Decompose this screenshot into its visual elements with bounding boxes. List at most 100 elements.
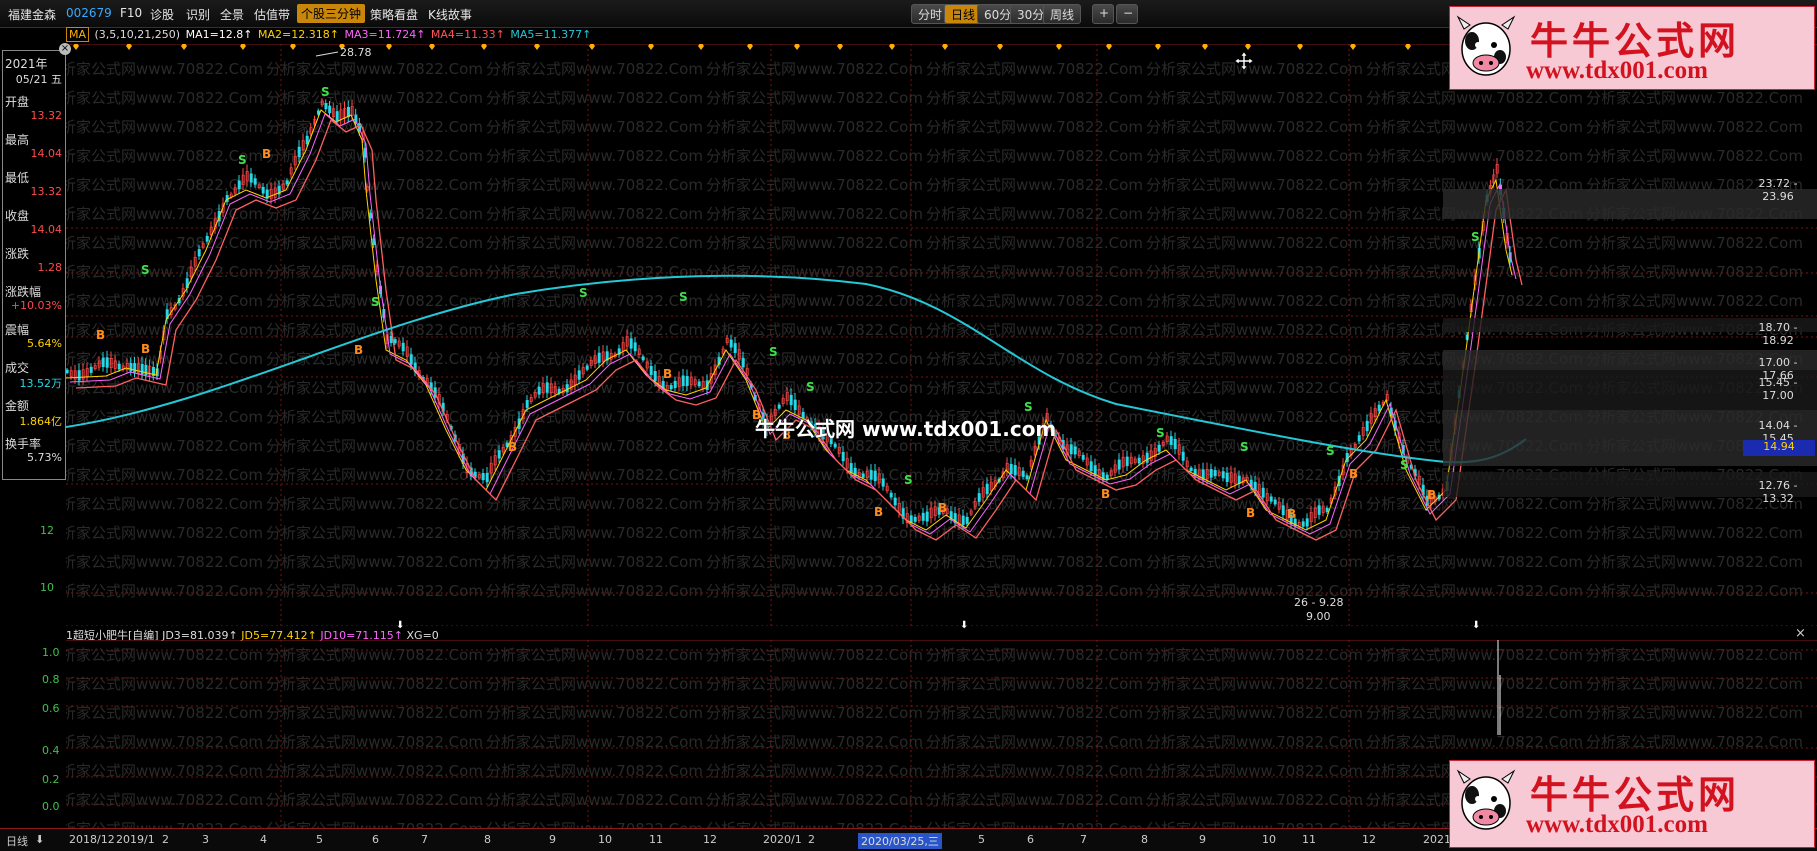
info-low-value: 13.32 xyxy=(30,185,63,198)
watermark-text: 分析家公式网www.70822.Com xyxy=(266,495,483,513)
menu-identify[interactable]: 识别 xyxy=(186,6,210,23)
watermark-text: 分析家公式网www.70822.Com xyxy=(706,524,923,542)
buy-signal: B xyxy=(1427,488,1436,502)
candle-body xyxy=(697,381,701,387)
watermark-text: 分析家公式网www.70822.Com xyxy=(66,205,263,223)
watermark-text: 分析家公式网www.70822.Com xyxy=(66,495,263,513)
watermark-text: 分析家公式网www.70822.Com xyxy=(1586,524,1803,542)
watermark-text: 分析家公式网www.70822.Com xyxy=(66,524,263,542)
time-label: 7 xyxy=(421,833,428,846)
menu-diagnose[interactable]: 诊股 xyxy=(150,6,174,23)
watermark-text: 分析家公式网www.70822.Com xyxy=(486,147,703,165)
watermark-text: 分析家公式网www.70822.Com xyxy=(1146,733,1363,751)
zoom-out-button[interactable]: − xyxy=(1116,4,1138,24)
kline-chart[interactable]: 分析家公式网www.70822.Com 分析家公式网www.70822.Com 分析… xyxy=(66,44,1817,626)
ad-banner-bottom[interactable]: 牛牛公式网 www.tdx001.com xyxy=(1449,760,1815,848)
watermark-text: 分析家公式网www.70822.Com xyxy=(486,675,703,693)
info-low-label: 最低 xyxy=(5,171,30,185)
watermark-text: 分析家公式网www.70822.Com xyxy=(1146,791,1363,809)
event-marker xyxy=(1245,44,1251,50)
event-marker xyxy=(1405,44,1411,50)
watermark-text: 分析家公式网www.70822.Com xyxy=(1146,466,1363,484)
watermark-text: 分析家公式网www.70822.Com xyxy=(706,791,923,809)
event-marker xyxy=(747,44,753,50)
watermark-text: 分析家公式网www.70822.Com xyxy=(266,118,483,136)
sub-axis-1: 1.0 xyxy=(42,646,60,659)
candle-body xyxy=(977,493,981,502)
close-icon[interactable]: × xyxy=(59,43,71,55)
ma-indicator-bar: MA (3,5,10,21,250) MA1=12.8↑ MA2=12.318↑… xyxy=(66,27,593,44)
menu-panorama[interactable]: 全景 xyxy=(220,6,244,23)
stock-code[interactable]: 002679 xyxy=(66,6,112,20)
watermark-text: 分析家公式网www.70822.Com xyxy=(926,292,1143,310)
time-label: 2019/1 xyxy=(116,833,155,846)
ad-banner-top[interactable]: 牛牛公式网 www.tdx001.com xyxy=(1449,6,1815,90)
time-label: 11 xyxy=(1302,833,1316,846)
watermark-text: 分析家公式网www.70822.Com xyxy=(1366,704,1583,722)
buy-signal: B xyxy=(663,367,672,381)
watermark-text: 分析家公式网www.70822.Com xyxy=(1366,118,1583,136)
candle-body xyxy=(133,363,137,373)
menu-strategy[interactable]: 策略看盘 xyxy=(370,6,418,23)
candle-body xyxy=(140,363,144,375)
watermark-text: 分析家公式网www.70822.Com xyxy=(66,791,263,809)
candle-body xyxy=(1125,456,1129,467)
menu-valuation-band[interactable]: 估值带 xyxy=(254,6,290,23)
watermark-text: 分析家公式网www.70822.Com xyxy=(66,408,263,426)
watermark-text: 分析家公式网www.70822.Com xyxy=(706,675,923,693)
watermark-text: 分析家公式网www.70822.Com xyxy=(486,60,703,78)
event-marker xyxy=(1106,44,1112,50)
info-amp-label: 震幅 xyxy=(5,323,30,337)
candle-body xyxy=(673,380,677,389)
ad-url: www.tdx001.com xyxy=(1526,811,1708,838)
watermark-text: 分析家公式网www.70822.Com xyxy=(1366,292,1583,310)
watermark-text: 分析家公式网www.70822.Com xyxy=(926,263,1143,281)
watermark-text: 分析家公式网www.70822.Com xyxy=(1586,147,1803,165)
ma-selector[interactable]: MA xyxy=(66,27,90,42)
candle-body xyxy=(1365,420,1369,432)
watermark-text: 分析家公式网www.70822.Com xyxy=(1366,733,1583,751)
menu-f10[interactable]: F10 xyxy=(120,6,142,20)
quote-info-panel[interactable]: × 2021年 05/21 五 开盘 13.32 最高 14.04 最低 13.… xyxy=(2,43,71,480)
time-period-arrow-icon[interactable]: ⬇ xyxy=(35,833,44,846)
watermark-text: 分析家公式网www.70822.Com xyxy=(706,60,923,78)
close-sub-icon[interactable]: × xyxy=(1795,626,1806,641)
watermark-text: 分析家公式网www.70822.Com xyxy=(66,733,263,751)
candle-body xyxy=(1025,475,1029,480)
time-label: 12 xyxy=(1362,833,1376,846)
candle-body xyxy=(1073,446,1077,455)
tab-three-minute[interactable]: 个股三分钟 xyxy=(297,4,366,23)
buy-signal: B xyxy=(874,505,883,519)
watermark-text: 分析家公式网www.70822.Com xyxy=(266,379,483,397)
candle-body xyxy=(393,339,397,344)
watermark-text: 分析家公式网www.70822.Com xyxy=(266,791,483,809)
candle-body xyxy=(629,338,633,349)
buy-signal: B xyxy=(1101,487,1110,501)
stock-name[interactable]: 福建金森 xyxy=(8,6,56,23)
watermark-text: 分析家公式网www.70822.Com xyxy=(66,89,263,107)
time-label: 9 xyxy=(1199,833,1206,846)
watermark-text: 分析家公式网www.70822.Com xyxy=(266,205,483,223)
candle-body xyxy=(1225,472,1229,482)
zoom-in-button[interactable]: + xyxy=(1092,4,1114,24)
watermark-text: 分析家公式网www.70822.Com xyxy=(486,524,703,542)
watermark-text: 分析家公式网www.70822.Com xyxy=(706,118,923,136)
period-weekly[interactable]: 周线 xyxy=(1043,4,1082,24)
info-vol-value: 13.52万 xyxy=(19,377,63,390)
menu-kline-story[interactable]: K线故事 xyxy=(428,6,472,23)
watermark-text: 分析家公式网www.70822.Com xyxy=(266,582,483,600)
sub-axis-6: 0.0 xyxy=(42,800,60,813)
watermark-text: 分析家公式网www.70822.Com xyxy=(706,292,923,310)
time-period-button[interactable]: 日线 xyxy=(6,833,28,849)
watermark-text: 分析家公式网www.70822.Com xyxy=(706,704,923,722)
watermark-text: 分析家公式网www.70822.Com xyxy=(926,60,1143,78)
watermark-text: 分析家公式网www.70822.Com xyxy=(66,582,263,600)
time-label: 8 xyxy=(1141,833,1148,846)
candle-body xyxy=(485,472,489,483)
time-label: 2021 xyxy=(1423,833,1451,846)
center-watermark: 牛牛公式网 www.tdx001.com xyxy=(755,417,1057,441)
buy-signal: B xyxy=(96,328,105,342)
candle-body xyxy=(1281,505,1285,516)
watermark-text: 分析家公式网www.70822.Com xyxy=(1586,292,1803,310)
watermark-text: 分析家公式网www.70822.Com xyxy=(266,408,483,426)
